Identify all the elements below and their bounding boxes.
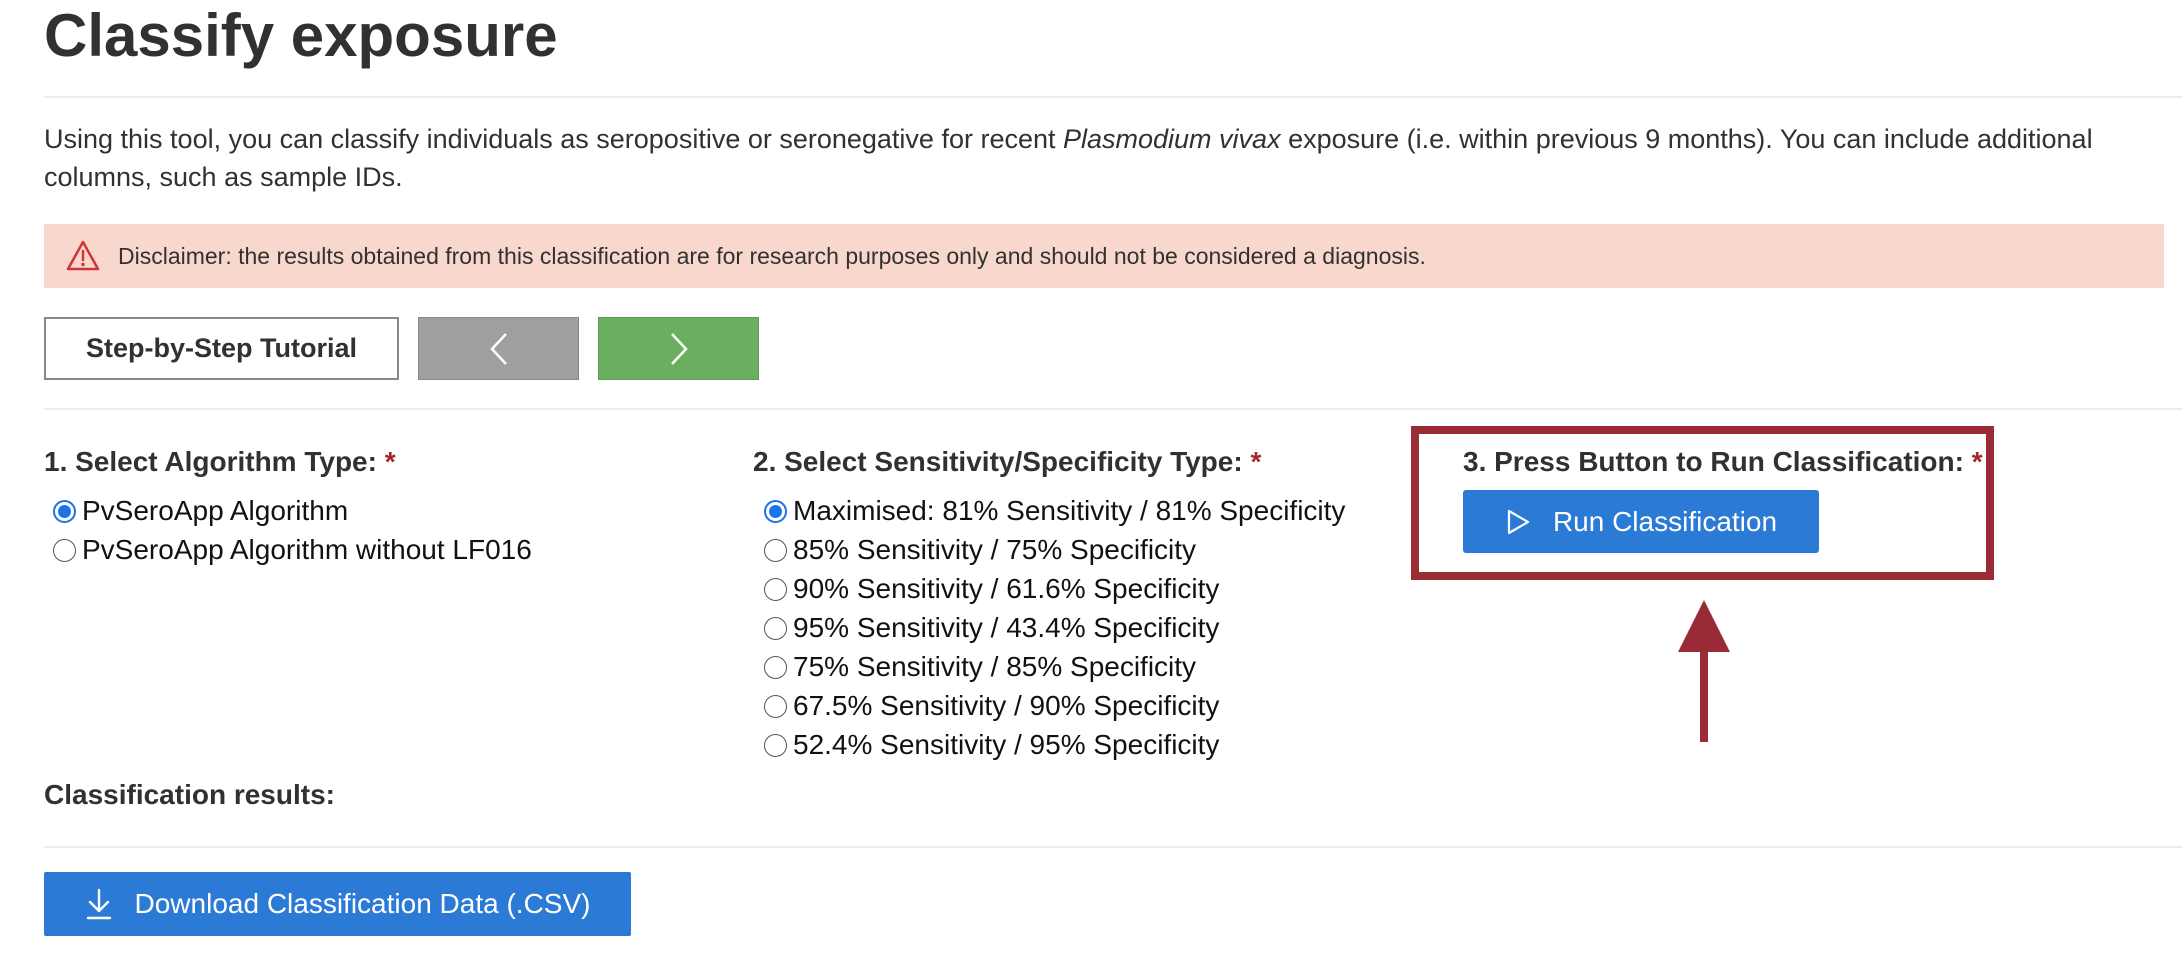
run-classification-button[interactable]: Run Classification [1463, 490, 1819, 553]
sensitivity-option-95-43-4[interactable]: 95% Sensitivity / 43.4% Specificity [764, 612, 1219, 644]
previous-step-button[interactable] [418, 317, 579, 380]
sensitivity-type-label: 2. Select Sensitivity/Specificity Type: … [753, 446, 1261, 478]
chevron-left-icon [489, 332, 509, 366]
play-icon [1505, 509, 1531, 535]
sensitivity-option-maximised[interactable]: Maximised: 81% Sensitivity / 81% Specifi… [764, 495, 1345, 527]
algorithm-option-without-lf016[interactable]: PvSeroApp Algorithm without LF016 [53, 534, 532, 566]
sensitivity-option-label: 95% Sensitivity / 43.4% Specificity [793, 612, 1220, 643]
download-classification-data-button[interactable]: Download Classification Data (.CSV) [44, 872, 631, 936]
radio-button[interactable] [764, 694, 787, 718]
classification-results-label: Classification results: [44, 779, 335, 810]
algorithm-option-label: PvSeroApp Algorithm [82, 495, 349, 526]
algorithm-option-label: PvSeroApp Algorithm without LF016 [82, 534, 532, 565]
radio-button[interactable] [764, 655, 787, 679]
radio-button[interactable] [764, 538, 787, 562]
sensitivity-option-label: 90% Sensitivity / 61.6% Specificity [793, 573, 1220, 604]
radio-button[interactable] [53, 538, 76, 562]
intro-text: Using this tool, you can classify indivi… [44, 120, 2164, 196]
arrow-up-icon [1676, 600, 1732, 744]
sensitivity-option-label: 67.5% Sensitivity / 90% Specificity [793, 690, 1220, 721]
sensitivity-option-label: 75% Sensitivity / 85% Specificity [793, 651, 1197, 682]
sensitivity-option-label: Maximised: 81% Sensitivity / 81% Specifi… [793, 495, 1346, 526]
download-icon [85, 888, 113, 920]
algorithm-type-label: 1. Select Algorithm Type: * [44, 446, 396, 478]
run-classification-label-text: 3. Press Button to Run Classification: [1463, 446, 1964, 477]
sensitivity-option-52-4-95[interactable]: 52.4% Sensitivity / 95% Specificity [764, 729, 1219, 761]
step-by-step-tutorial-button[interactable]: Step-by-Step Tutorial [44, 317, 399, 380]
next-step-button[interactable] [598, 317, 759, 380]
radio-button-checked[interactable] [764, 499, 787, 523]
classify-exposure-page: Classify exposure Using this tool, you c… [0, 0, 2182, 966]
warning-triangle-icon [66, 239, 100, 273]
sensitivity-option-67-5-90[interactable]: 67.5% Sensitivity / 90% Specificity [764, 690, 1219, 722]
results-divider [44, 846, 2182, 848]
intro-text-start: Using this tool, you can classify indivi… [44, 124, 1063, 154]
intro-species-name: Plasmodium vivax [1063, 124, 1281, 154]
radio-button[interactable] [764, 733, 787, 757]
required-marker: * [1971, 446, 1983, 477]
title-divider [44, 96, 2182, 98]
required-marker: * [384, 446, 396, 477]
radio-button[interactable] [764, 616, 787, 640]
radio-button[interactable] [764, 577, 787, 601]
sensitivity-option-label: 85% Sensitivity / 75% Specificity [793, 534, 1197, 565]
run-classification-label: 3. Press Button to Run Classification: * [1463, 446, 1983, 478]
algorithm-option-pvseroapp[interactable]: PvSeroApp Algorithm [53, 495, 348, 527]
disclaimer-banner: Disclaimer: the results obtained from th… [44, 224, 2164, 288]
radio-button-checked[interactable] [53, 499, 76, 523]
sensitivity-option-90-61-6[interactable]: 90% Sensitivity / 61.6% Specificity [764, 573, 1219, 605]
chevron-right-icon [669, 332, 689, 366]
required-marker: * [1250, 446, 1262, 477]
algorithm-type-label-text: 1. Select Algorithm Type: [44, 446, 377, 477]
sensitivity-option-75-85[interactable]: 75% Sensitivity / 85% Specificity [764, 651, 1196, 683]
disclaimer-text: Disclaimer: the results obtained from th… [118, 242, 1426, 269]
controls-divider [44, 408, 2182, 410]
sensitivity-type-label-text: 2. Select Sensitivity/Specificity Type: [753, 446, 1243, 477]
page-title: Classify exposure [44, 2, 558, 69]
download-button-label: Download Classification Data (.CSV) [134, 888, 591, 919]
sensitivity-option-85-75[interactable]: 85% Sensitivity / 75% Specificity [764, 534, 1196, 566]
run-classification-button-label: Run Classification [1552, 505, 1778, 537]
sensitivity-option-label: 52.4% Sensitivity / 95% Specificity [793, 729, 1220, 760]
